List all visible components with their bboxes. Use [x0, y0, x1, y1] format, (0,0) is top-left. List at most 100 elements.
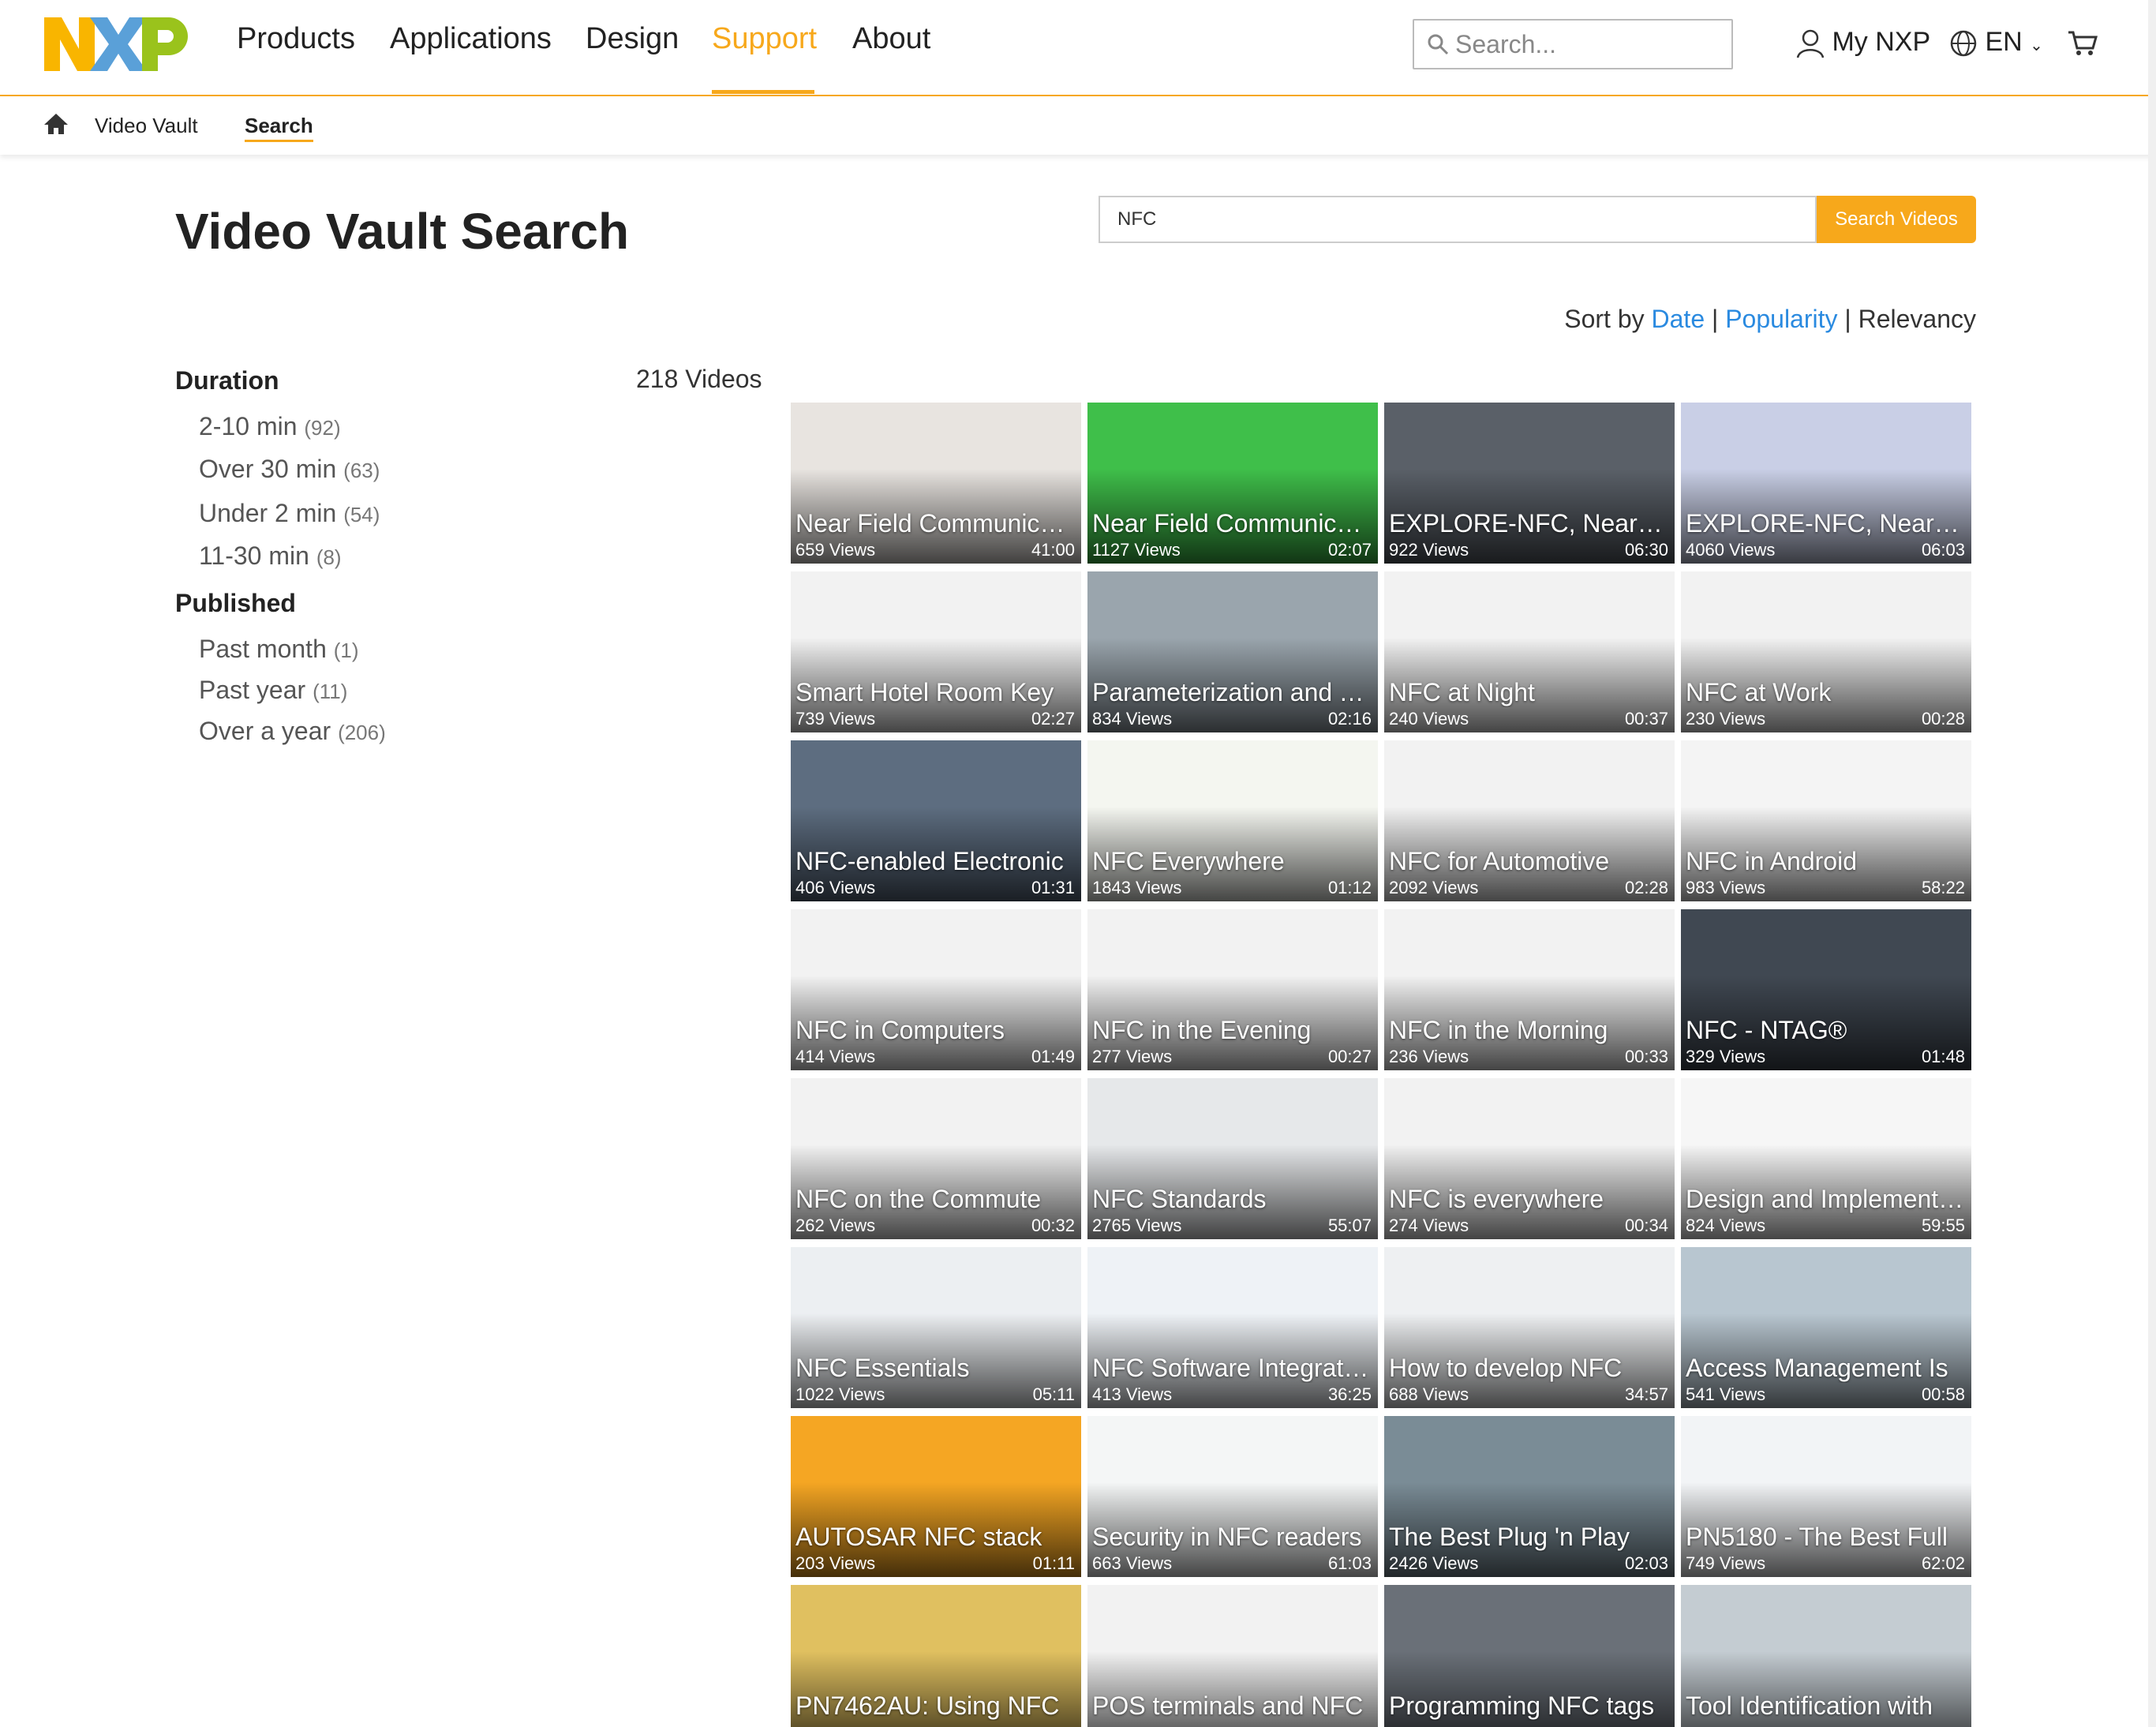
- video-views: 1127 Views: [1092, 540, 1181, 560]
- video-tile[interactable]: AUTOSAR NFC stack 203 Views 01:11: [791, 1416, 1081, 1577]
- video-views: 2092 Views: [1389, 878, 1479, 897]
- facet-published-past-year[interactable]: Past year (11): [199, 676, 347, 705]
- home-icon[interactable]: [43, 112, 69, 136]
- video-tile[interactable]: NFC - NTAG® 329 Views 01:48: [1681, 909, 1971, 1070]
- page-title: Video Vault Search: [175, 203, 630, 260]
- facet-label: Over a year: [199, 717, 331, 745]
- video-views: 262 Views: [795, 1216, 876, 1235]
- video-grid: Near Field Communication 659 Views 41:00 Ne…: [791, 403, 1974, 1727]
- video-tile[interactable]: NFC in the Morning 236 Views 00:33: [1384, 909, 1675, 1070]
- site-search-input[interactable]: Search...: [1413, 19, 1733, 69]
- video-tile[interactable]: EXPLORE-NFC, Near Field 922 Views 06:30: [1384, 403, 1675, 564]
- video-tile[interactable]: POS terminals and NFC: [1087, 1585, 1378, 1727]
- nav-products[interactable]: Products: [237, 22, 355, 56]
- breadcrumb-search[interactable]: Search: [245, 114, 313, 142]
- video-tile[interactable]: PN5180 - The Best Full 749 Views 62:02: [1681, 1416, 1971, 1577]
- language-label: EN: [1985, 27, 2023, 57]
- facet-label: Over 30 min: [199, 455, 337, 483]
- video-views: 203 Views: [795, 1553, 876, 1573]
- nxp-logo[interactable]: [44, 17, 188, 71]
- globe-icon: [1950, 30, 1977, 57]
- video-tile[interactable]: Parameterization and Test 834 Views 02:16: [1087, 571, 1378, 732]
- video-tile[interactable]: NFC Everywhere 1843 Views 01:12: [1087, 740, 1378, 901]
- video-title: Programming NFC tags: [1389, 1691, 1655, 1720]
- video-tile[interactable]: NFC at Work 230 Views 00:28: [1681, 571, 1971, 732]
- video-tile[interactable]: PN7462AU: Using NFC: [791, 1585, 1081, 1727]
- scrollbar[interactable]: [2148, 0, 2156, 1727]
- video-tile[interactable]: NFC Standards 2765 Views 55:07: [1087, 1078, 1378, 1239]
- video-title: EXPLORE-NFC, Near Field: [1389, 509, 1668, 538]
- video-tile[interactable]: NFC is everywhere 274 Views 00:34: [1384, 1078, 1675, 1239]
- video-duration: 01:31: [1031, 878, 1075, 897]
- video-tile[interactable]: NFC in Computers 414 Views 01:49: [791, 909, 1081, 1070]
- facet-published-over-a-year[interactable]: Over a year (206): [199, 717, 386, 746]
- sort-options: Sort by Date | Popularity | Relevancy: [1564, 305, 1976, 334]
- sort-date-link[interactable]: Date: [1652, 305, 1705, 333]
- video-title: Security in NFC readers: [1092, 1523, 1362, 1551]
- facet-duration-heading: Duration: [175, 366, 279, 395]
- facet-duration-over-30[interactable]: Over 30 min (63): [199, 455, 380, 484]
- video-title: How to develop NFC: [1389, 1354, 1623, 1382]
- video-tile[interactable]: Tool Identification with: [1681, 1585, 1971, 1727]
- facet-count: (206): [338, 721, 386, 744]
- facet-label: Past year: [199, 676, 306, 704]
- video-tile[interactable]: NFC in Android 983 Views 58:22: [1681, 740, 1971, 901]
- cart-button[interactable]: [2068, 27, 2098, 58]
- video-tile[interactable]: NFC at Night 240 Views 00:37: [1384, 571, 1675, 732]
- video-title: Near Field Communication: [795, 509, 1075, 538]
- video-tile[interactable]: EXPLORE-NFC, Near Field 4060 Views 06:03: [1681, 403, 1971, 564]
- nav-applications[interactable]: Applications: [390, 22, 552, 56]
- facet-label: Past month: [199, 635, 327, 663]
- breadcrumb-video-vault[interactable]: Video Vault: [95, 114, 198, 138]
- video-tile[interactable]: NFC on the Commute 262 Views 00:32: [791, 1078, 1081, 1239]
- facet-duration-11-30[interactable]: 11-30 min (8): [199, 541, 342, 571]
- my-nxp-link[interactable]: My NXP: [1796, 27, 1930, 58]
- video-duration: 01:12: [1327, 878, 1372, 897]
- nav-support[interactable]: Support: [712, 22, 817, 56]
- video-tile[interactable]: NFC Essentials 1022 Views 05:11: [791, 1247, 1081, 1408]
- language-selector[interactable]: EN ⌄: [1949, 27, 2043, 58]
- chevron-down-icon: ⌄: [2030, 37, 2043, 54]
- video-tile[interactable]: How to develop NFC 688 Views 34:57: [1384, 1247, 1675, 1408]
- video-views: 541 Views: [1686, 1384, 1766, 1404]
- video-tile[interactable]: Design and Implementation 824 Views 59:55: [1681, 1078, 1971, 1239]
- user-icon: [1796, 29, 1825, 58]
- facet-count: (1): [333, 639, 359, 662]
- video-tile[interactable]: Near Field Communication 1127 Views 02:07: [1087, 403, 1378, 564]
- sort-separator: |: [1712, 305, 1719, 333]
- video-title: NFC for Automotive: [1389, 847, 1610, 875]
- facet-count: (63): [343, 459, 380, 482]
- video-tile[interactable]: NFC in the Evening 277 Views 00:27: [1087, 909, 1378, 1070]
- video-tile[interactable]: Near Field Communication 659 Views 41:00: [791, 403, 1081, 564]
- video-tile[interactable]: NFC-enabled Electronic 406 Views 01:31: [791, 740, 1081, 901]
- video-tile[interactable]: The Best Plug 'n Play 2426 Views 02:03: [1384, 1416, 1675, 1577]
- sort-relevancy-link[interactable]: Relevancy: [1858, 305, 1976, 333]
- video-tile[interactable]: Access Management Is 541 Views 00:58: [1681, 1247, 1971, 1408]
- video-duration: 01:11: [1032, 1553, 1075, 1573]
- video-views: 236 Views: [1389, 1047, 1469, 1066]
- video-tile[interactable]: Security in NFC readers 663 Views 61:03: [1087, 1416, 1378, 1577]
- video-tile[interactable]: NFC Software Integration 413 Views 36:25: [1087, 1247, 1378, 1408]
- facet-duration-under-2[interactable]: Under 2 min (54): [199, 499, 380, 528]
- facet-published-past-month[interactable]: Past month (1): [199, 635, 359, 664]
- video-search-input[interactable]: NFC: [1099, 196, 1817, 243]
- video-title: NFC Software Integration: [1092, 1354, 1372, 1382]
- video-views: 983 Views: [1686, 878, 1766, 897]
- video-tile[interactable]: NFC for Automotive 2092 Views 02:28: [1384, 740, 1675, 901]
- nav-about[interactable]: About: [852, 22, 930, 56]
- video-tile[interactable]: Smart Hotel Room Key 739 Views 02:27: [791, 571, 1081, 732]
- sort-popularity-link[interactable]: Popularity: [1725, 305, 1837, 333]
- nav-design[interactable]: Design: [586, 22, 679, 56]
- facet-duration-2-10[interactable]: 2-10 min (92): [199, 412, 341, 441]
- search-videos-button[interactable]: Search Videos: [1817, 196, 1976, 243]
- video-tile[interactable]: Programming NFC tags: [1384, 1585, 1675, 1727]
- video-title: NFC is everywhere: [1389, 1185, 1604, 1213]
- video-title: Near Field Communication: [1092, 509, 1372, 538]
- video-duration: 01:48: [1921, 1047, 1965, 1066]
- video-title: Smart Hotel Room Key: [795, 678, 1054, 706]
- video-duration: 02:28: [1624, 878, 1668, 897]
- result-count: 218 Videos: [636, 365, 762, 393]
- video-title: AUTOSAR NFC stack: [795, 1523, 1042, 1551]
- video-duration: 02:27: [1031, 709, 1075, 729]
- video-title: NFC in Computers: [795, 1016, 1005, 1044]
